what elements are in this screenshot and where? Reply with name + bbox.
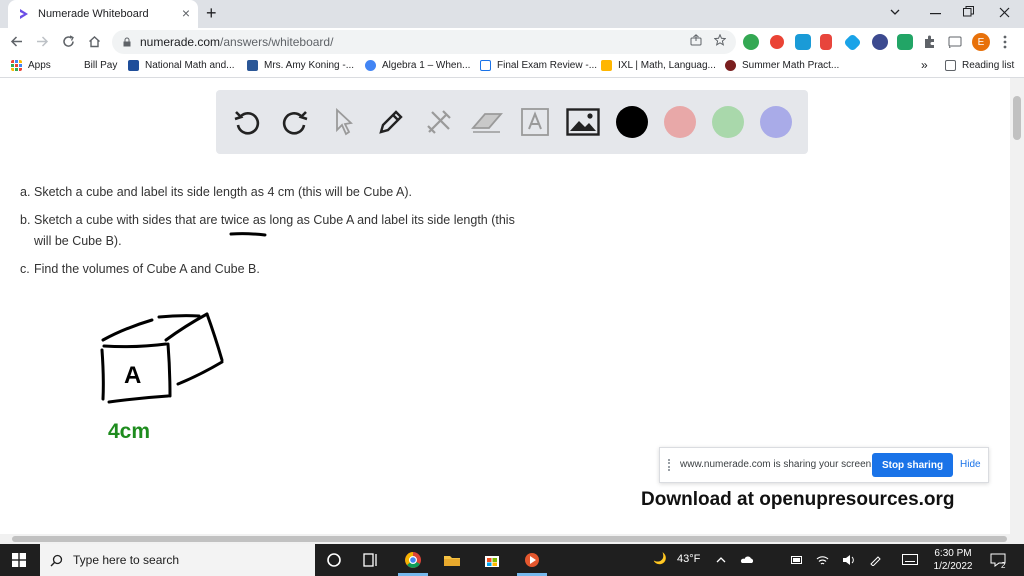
cast-icon[interactable] [947,34,963,50]
bookmark-bill-pay[interactable]: Bill Pay [84,60,117,71]
volume-icon[interactable] [842,554,855,566]
bookmark-algebra-1[interactable]: Algebra 1 – When... [365,60,470,71]
numerade-favicon-icon [20,9,28,19]
horizontal-scrollbar[interactable] [0,534,1024,544]
bookmark-summer-math[interactable]: Summer Math Pract... [725,60,839,71]
browser-tab[interactable]: Numerade Whiteboard × [8,0,198,28]
task-view-icon[interactable] [361,550,381,570]
bookmark-label: Apps [28,60,51,71]
reading-list-button[interactable]: Reading list [945,60,1014,71]
address-bar[interactable]: numerade.com/answers/whiteboard/ [112,30,736,54]
bookmark-label: Bill Pay [84,60,118,71]
side-length-label: 4cm [108,420,150,443]
cube-a-sketch [100,312,224,404]
close-window-icon[interactable] [999,7,1010,18]
bookmark-final-exam[interactable]: Final Exam Review -... [480,60,597,71]
taskbar-search-input[interactable]: Type here to search [40,544,315,576]
profile-avatar[interactable]: E [972,33,990,51]
extension-k-icon[interactable] [872,34,888,50]
battery-icon[interactable] [791,555,803,565]
classroom-icon [247,60,258,71]
whiteboard-canvas[interactable]: a. Sketch a cube and label its side lengt… [0,78,1010,534]
close-tab-icon[interactable]: × [182,6,190,20]
clock-date: 1/2/2022 [933,561,973,572]
windows-start-icon[interactable] [12,553,26,567]
apps-grid-icon [11,60,22,71]
url-host: numerade.com [140,35,221,49]
reload-icon[interactable] [62,35,75,48]
pen-workspace-icon[interactable] [869,554,883,566]
onedrive-icon[interactable] [740,555,754,564]
forward-icon[interactable] [36,35,49,48]
extension-camera-icon[interactable] [795,34,811,50]
reading-list-icon [945,60,956,71]
new-tab-button[interactable]: + [206,4,217,22]
weather-temperature[interactable]: 43°F [677,553,700,565]
stop-sharing-button[interactable]: Stop sharing [872,453,953,477]
wifi-icon[interactable] [816,554,829,566]
bookmark-apps[interactable]: Apps [11,60,51,71]
extensions-puzzle-icon[interactable] [922,34,938,50]
browser-menu-icon[interactable] [1002,34,1018,50]
touch-keyboard-icon[interactable] [902,554,918,565]
chrome-icon[interactable] [403,550,423,570]
bookmark-label: Mrs. Amy Koning -... [264,60,355,71]
cube-a-label: A [124,362,141,389]
bookmark-mrs-koning[interactable]: Mrs. Amy Koning -... [247,60,354,71]
drag-handle-icon[interactable] [668,459,674,471]
bookmark-national-math[interactable]: National Math and... [128,60,235,71]
underline-stroke [229,232,267,237]
clock-time: 6:30 PM [934,548,972,559]
tab-title: Numerade Whiteboard [38,8,149,20]
file-explorer-icon[interactable] [442,550,462,570]
reading-list-label: Reading list [962,60,1015,71]
extension-diamond-icon[interactable] [843,33,862,52]
share-status-text: www.numerade.com is sharing your screen. [680,459,874,470]
download-watermark: Download at openupresources.org [641,489,955,510]
extension-check-icon[interactable] [897,34,913,50]
bookmark-label: IXL | Math, Languag... [618,60,716,71]
share-icon[interactable] [690,34,702,46]
document-icon [480,60,491,71]
summer-math-icon [725,60,736,71]
minimize-icon[interactable] [930,13,941,15]
hide-share-bar-button[interactable]: Hide [960,459,981,470]
bookmark-label: Final Exam Review -... [497,60,598,71]
notification-count-badge: 2 [1001,561,1006,570]
system-clock[interactable]: 6:30 PM 1/2/2022 [930,547,976,573]
show-hidden-icons-icon[interactable] [716,556,726,564]
bookmarks-overflow-icon[interactable]: » [921,58,928,72]
weather-moon-icon[interactable]: 🌙 [653,552,667,565]
national-math-icon [128,60,139,71]
back-icon[interactable] [10,35,23,48]
vertical-scroll-thumb[interactable] [1013,96,1021,140]
tab-strip: Numerade Whiteboard × + [0,0,1024,28]
cortana-icon[interactable] [324,550,344,570]
screen-recorder-icon[interactable] [522,550,542,570]
horizontal-scroll-thumb[interactable] [12,536,1007,542]
bookmark-ixl[interactable]: IXL | Math, Languag... [601,60,716,71]
bookmarks-bar: Apps Bill Pay National Math and... Mrs. … [0,56,1024,78]
extension-arrows-icon[interactable] [770,35,784,49]
bookmark-label: National Math and... [145,60,235,71]
extension-plus-icon[interactable] [743,34,759,50]
globe-icon [365,60,376,71]
bookmark-star-icon[interactable] [714,34,726,46]
tab-search-icon[interactable] [890,8,900,16]
lock-icon[interactable] [122,37,132,47]
screen-share-bar: www.numerade.com is sharing your screen.… [659,447,989,483]
vertical-scrollbar[interactable] [1010,78,1024,534]
microsoft-store-icon[interactable] [482,550,502,570]
url-path: /answers/whiteboard/ [220,35,334,49]
search-placeholder: Type here to search [73,553,180,567]
extension-bookmark-icon[interactable] [820,34,832,50]
browser-toolbar: numerade.com/answers/whiteboard/ E [0,28,1024,56]
home-icon[interactable] [88,35,101,48]
restore-icon[interactable] [963,6,974,17]
bookmark-label: Summer Math Pract... [742,60,840,71]
search-icon [50,554,63,566]
bookmark-label: Algebra 1 – When... [382,60,471,71]
ixl-icon [601,60,612,71]
windows-taskbar: Type here to search 🌙 43°F 6:30 PM 1/2/2… [0,544,1024,576]
